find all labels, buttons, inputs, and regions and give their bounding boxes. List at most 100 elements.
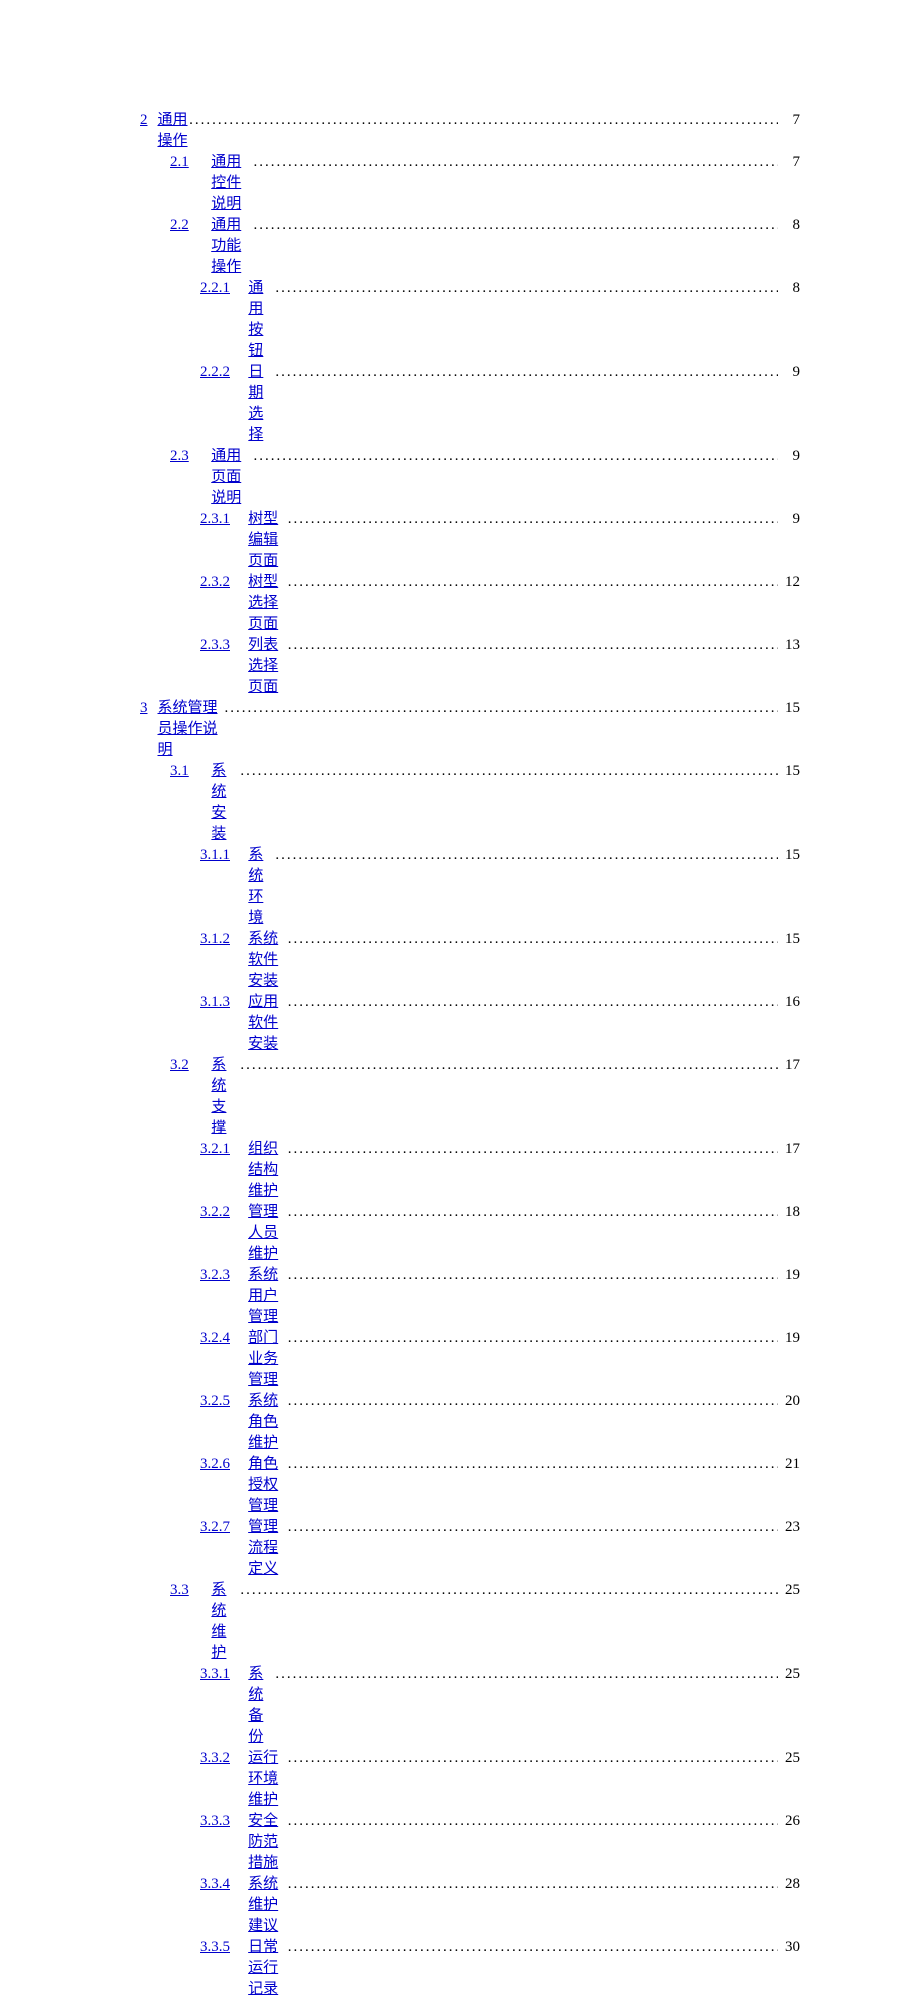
toc-number-link[interactable]: 3.2.2 <box>200 1202 242 1223</box>
toc-title-link[interactable]: 通用操作 <box>158 110 190 152</box>
toc-number: 3.1.2 <box>200 931 230 947</box>
toc-number-link[interactable]: 2.2.1 <box>200 278 242 299</box>
toc-number-link[interactable]: 3.2 <box>170 1055 203 1076</box>
toc-page-number: 8 <box>780 278 800 299</box>
toc-title-link[interactable]: 系统支撑 <box>211 1055 240 1139</box>
toc-entry: 2.2.1 通用按钮 8 <box>200 278 800 362</box>
toc-leader-dots <box>288 572 778 593</box>
toc-leader-dots <box>288 1391 778 1412</box>
toc-title-link[interactable]: 系统维护 <box>211 1580 240 1664</box>
toc-number-link[interactable]: 3.2.3 <box>200 1265 242 1286</box>
toc-page-number: 19 <box>780 1328 800 1349</box>
toc-number-link[interactable]: 2.3 <box>170 446 203 467</box>
toc-title: 系统支撑 <box>211 1057 226 1136</box>
toc-number-link[interactable]: 2.3.3 <box>200 635 242 656</box>
toc-title-link[interactable]: 运行环境维护 <box>248 1748 288 1811</box>
toc-entry: 3.2.7管理流程定义23 <box>200 1517 800 1580</box>
toc-number-link[interactable]: 2.1 <box>170 152 203 173</box>
toc-number-link[interactable]: 2.3.1 <box>200 509 242 530</box>
toc-title: 系统用户管理 <box>248 1267 278 1325</box>
toc-title: 管理流程定义 <box>248 1519 278 1577</box>
toc-title-link[interactable]: 角色授权管理 <box>248 1454 288 1517</box>
toc-number-link[interactable]: 3.3.4 <box>200 1874 242 1895</box>
toc-entry: 3.3.4系统维护建议28 <box>200 1874 800 1937</box>
toc-title-link[interactable]: 安全防范措施 <box>248 1811 288 1874</box>
toc-number-link[interactable]: 3.1.3 <box>200 992 242 1013</box>
toc-number-link[interactable]: 2 <box>140 110 158 131</box>
toc-number-link[interactable]: 3.1.2 <box>200 929 242 950</box>
toc-number-link[interactable]: 3.3 <box>170 1580 203 1601</box>
toc-entry: 3.3.3 安全防范措施 26 <box>200 1811 800 1874</box>
toc-title-link[interactable]: 通用功能操作 <box>211 215 253 278</box>
toc-title: 系统维护建议 <box>248 1876 278 1934</box>
toc-number-link[interactable]: 3.3.1 <box>200 1664 242 1685</box>
toc-number: 3.3.3 <box>200 1813 230 1829</box>
toc-page-number: 15 <box>780 929 800 950</box>
toc-title-link[interactable]: 系统角色维护 <box>248 1391 288 1454</box>
toc-leader-dots <box>288 1454 778 1475</box>
toc-title-link[interactable]: 日常运行记录 <box>248 1937 288 2000</box>
toc-number-link[interactable]: 3.2.6 <box>200 1454 242 1475</box>
toc-title-link[interactable]: 通用页面说明 <box>211 446 253 509</box>
toc-title-link[interactable]: 系统用户管理 <box>248 1265 288 1328</box>
toc-number: 2.3.3 <box>200 637 230 653</box>
toc-title-link[interactable]: 通用按钮 <box>248 278 275 362</box>
toc-page-number: 15 <box>780 845 800 866</box>
toc-entry: 3.2.3系统用户管理19 <box>200 1265 800 1328</box>
toc-number-link[interactable]: 3.2.1 <box>200 1139 242 1160</box>
toc-page-number: 26 <box>780 1811 800 1832</box>
toc-title: 应用软件安装 <box>248 994 278 1052</box>
toc-number: 3.2.4 <box>200 1330 230 1346</box>
toc-title-link[interactable]: 管理人员维护 <box>248 1202 288 1265</box>
toc-title-link[interactable]: 部门业务管理 <box>248 1328 288 1391</box>
toc-title: 树型编辑页面 <box>248 511 278 569</box>
toc-number-link[interactable]: 3 <box>140 698 158 719</box>
toc-leader-dots <box>254 152 778 173</box>
toc-title: 角色授权管理 <box>248 1456 278 1514</box>
toc-number: 2 <box>140 112 148 128</box>
toc-page-number: 9 <box>780 362 800 383</box>
toc-number-link[interactable]: 3.1.1 <box>200 845 242 866</box>
toc-title-link[interactable]: 列表选择页面 <box>248 635 288 698</box>
toc-number-link[interactable]: 2.3.2 <box>200 572 242 593</box>
toc-number-link[interactable]: 3.2.5 <box>200 1391 242 1412</box>
toc-title-link[interactable]: 系统软件安装 <box>248 929 288 992</box>
toc-page-number: 25 <box>780 1580 800 1601</box>
toc-number-link[interactable]: 3.3.5 <box>200 1937 242 1958</box>
toc-title: 树型选择页面 <box>248 574 278 632</box>
toc-number-link[interactable]: 3.3.2 <box>200 1748 242 1769</box>
toc-number: 3.1 <box>170 763 189 779</box>
toc-title-link[interactable]: 系统维护建议 <box>248 1874 288 1937</box>
toc-title-link[interactable]: 系统备份 <box>248 1664 275 1748</box>
toc-number-link[interactable]: 3.1 <box>170 761 203 782</box>
toc-title-link[interactable]: 组织结构维护 <box>248 1139 288 1202</box>
toc-title-link[interactable]: 树型选择页面 <box>248 572 288 635</box>
toc-title-link[interactable]: 系统安装 <box>211 761 240 845</box>
toc-leader-dots <box>240 1055 778 1076</box>
toc-leader-dots <box>288 635 778 656</box>
toc-leader-dots <box>275 845 778 866</box>
toc-title: 系统维护 <box>211 1582 226 1661</box>
toc-title-link[interactable]: 日期选择 <box>248 362 275 446</box>
table-of-contents: 2通用操作72.1通用控件说明72.2通用功能操作82.2.1通用按钮82.2.… <box>140 110 800 2000</box>
toc-title-link[interactable]: 系统环境 <box>248 845 275 929</box>
toc-leader-dots <box>288 1265 778 1286</box>
toc-number-link[interactable]: 2.2 <box>170 215 203 236</box>
toc-title: 运行环境维护 <box>248 1750 278 1808</box>
toc-title-link[interactable]: 树型编辑页面 <box>248 509 288 572</box>
toc-entry: 2.3.2树型选择页面12 <box>200 572 800 635</box>
toc-entry: 3.2.1组织结构维护17 <box>200 1139 800 1202</box>
toc-title-link[interactable]: 管理流程定义 <box>248 1517 288 1580</box>
toc-number-link[interactable]: 3.2.7 <box>200 1517 242 1538</box>
toc-leader-dots <box>225 698 779 719</box>
toc-number-link[interactable]: 2.2.2 <box>200 362 242 383</box>
toc-number: 2.1 <box>170 154 189 170</box>
toc-page-number: 7 <box>780 152 800 173</box>
toc-title-link[interactable]: 通用控件说明 <box>211 152 253 215</box>
toc-title-link[interactable]: 系统管理员操作说明 <box>158 698 225 761</box>
toc-title: 通用操作 <box>158 112 188 149</box>
toc-page-number: 25 <box>780 1748 800 1769</box>
toc-title-link[interactable]: 应用软件安装 <box>248 992 288 1055</box>
toc-number-link[interactable]: 3.3.3 <box>200 1811 242 1832</box>
toc-number-link[interactable]: 3.2.4 <box>200 1328 242 1349</box>
